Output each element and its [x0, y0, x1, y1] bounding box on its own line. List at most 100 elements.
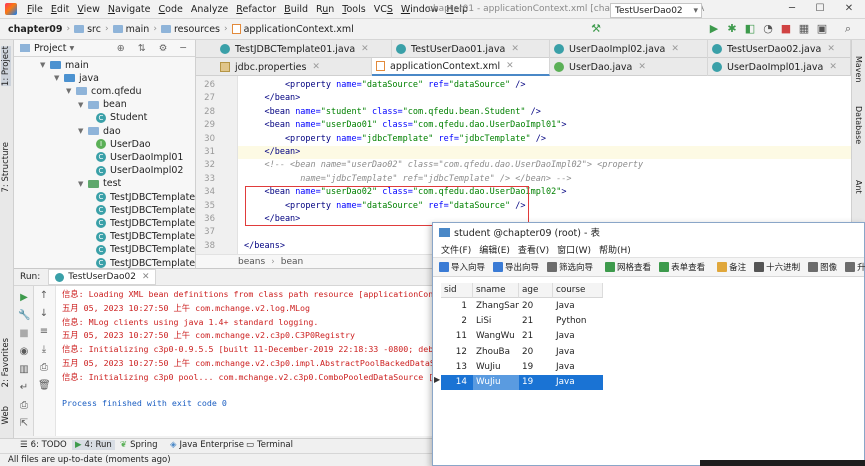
- menu-run[interactable]: Run: [312, 4, 338, 15]
- column-header-sname[interactable]: sname: [473, 283, 519, 298]
- editor-tab-testuserdao01-java[interactable]: TestUserDao01.java ✕: [392, 40, 550, 58]
- table-row[interactable]: 1 ZhangSan 20 Java: [433, 299, 865, 314]
- editor-tab-testjdbctemplate01-java[interactable]: TestJDBCTemplate01.java ✕: [216, 40, 392, 58]
- menu-analyze[interactable]: Analyze: [187, 4, 232, 15]
- web-tool-tab[interactable]: Web: [1, 406, 11, 425]
- db-menu-item[interactable]: 窗口(W): [553, 243, 595, 256]
- form-view-button[interactable]: 表单查看: [655, 261, 709, 273]
- soft-wrap-icon[interactable]: ↵: [18, 382, 30, 394]
- layout-icon[interactable]: ▥: [18, 364, 30, 376]
- stop-icon[interactable]: ■: [780, 23, 792, 35]
- expand-arrow-icon[interactable]: ▼: [78, 127, 88, 135]
- close-tab-icon[interactable]: ✕: [638, 62, 646, 72]
- import-wizard-button[interactable]: 导入向导: [435, 261, 489, 273]
- favorites-tool-tab[interactable]: 2: Favorites: [1, 338, 11, 387]
- sdk-icon[interactable]: ▣: [816, 23, 828, 35]
- pin-icon[interactable]: ⇱: [18, 418, 30, 430]
- table-cell-sid[interactable]: 12: [441, 345, 473, 360]
- export-wizard-button[interactable]: 导出向导: [489, 261, 543, 273]
- table-cell-sname[interactable]: WuJiu: [473, 360, 519, 375]
- menu-vcs[interactable]: VCS: [370, 4, 397, 15]
- tree-item-dao[interactable]: ▼ dao: [78, 124, 121, 138]
- todo-tab[interactable]: ☰ 6: TODO: [20, 440, 67, 450]
- table-cell-course[interactable]: Java: [553, 299, 603, 314]
- db-menu-item[interactable]: 文件(F): [437, 243, 475, 256]
- menu-navigate[interactable]: Navigate: [104, 4, 155, 15]
- editor-tab-userdao-java[interactable]: UserDao.java ✕: [550, 58, 708, 76]
- editor-tab-jdbc-properties[interactable]: jdbc.properties ✕: [216, 58, 372, 76]
- menu-view[interactable]: View: [73, 4, 104, 15]
- table-row[interactable]: 2 LiSi 21 Python: [433, 314, 865, 329]
- rerun-icon[interactable]: ▶: [18, 292, 30, 304]
- table-cell-age[interactable]: 20: [519, 345, 553, 360]
- crumb-file[interactable]: applicationContext.xml: [230, 24, 356, 35]
- java-enterprise-tab[interactable]: ◈ Java Enterprise: [170, 440, 244, 450]
- project-structure-icon[interactable]: ▦: [798, 23, 810, 35]
- ant-tool-tab[interactable]: Ant: [854, 180, 863, 194]
- editor-tab-testuserdao02-java[interactable]: TestUserDao02.java ✕: [708, 40, 851, 58]
- table-cell-course[interactable]: Java: [553, 375, 603, 390]
- close-tab-icon[interactable]: ✕: [827, 44, 835, 54]
- editor-tab-userdaoimpl02-java[interactable]: UserDaoImpl02.java ✕: [550, 40, 708, 58]
- run-console[interactable]: 信息: Loading XML bean definitions from cl…: [34, 286, 432, 436]
- table-cell-age[interactable]: 19: [519, 360, 553, 375]
- table-row[interactable]: ▶ 14 WuJiu 19 Java: [433, 375, 865, 390]
- crumb-main[interactable]: main: [111, 24, 152, 35]
- table-cell-course[interactable]: Java: [553, 360, 603, 375]
- table-cell-sname[interactable]: LiSi: [473, 314, 519, 329]
- run-configuration-select[interactable]: TestUserDao02 ▾: [610, 3, 702, 18]
- table-cell-age[interactable]: 20: [519, 299, 553, 314]
- crumb-project[interactable]: chapter09: [6, 24, 65, 35]
- db-menu-item[interactable]: 编辑(E): [475, 243, 514, 256]
- close-tab-icon[interactable]: ✕: [361, 44, 369, 54]
- build-hammer-icon[interactable]: ⚒: [590, 23, 602, 35]
- panel-actions-icon[interactable]: ⊕ ⇅ ⚙ ─: [117, 43, 195, 54]
- project-tool-tab[interactable]: 1: Project: [1, 46, 11, 87]
- db-menu-item[interactable]: 帮助(H): [595, 243, 635, 256]
- column-header-sid[interactable]: sid: [441, 283, 473, 298]
- tree-item-student[interactable]: C Student: [92, 111, 147, 125]
- hex-button[interactable]: 十六进制: [750, 261, 804, 273]
- close-tab-icon[interactable]: ✕: [829, 62, 837, 72]
- tree-item-main[interactable]: ▼ main: [40, 58, 89, 72]
- column-header-course[interactable]: course: [553, 283, 603, 298]
- spring-tab[interactable]: ❦ Spring: [120, 440, 158, 450]
- database-tool-tab[interactable]: Database: [854, 106, 863, 144]
- table-cell-sid[interactable]: 2: [441, 314, 473, 329]
- grid-view-button[interactable]: 网格查看: [601, 261, 655, 273]
- tree-item-testjdbctemplate02[interactable]: C TestJDBCTemplate02: [92, 203, 195, 217]
- tree-item-testjdbctemplate04[interactable]: C TestJDBCTemplate04: [92, 230, 195, 244]
- table-cell-sid[interactable]: 13: [441, 360, 473, 375]
- table-cell-course[interactable]: Java: [553, 329, 603, 344]
- column-header-age[interactable]: age: [519, 283, 553, 298]
- profile-icon[interactable]: ◔: [762, 23, 774, 35]
- stop-icon[interactable]: ■: [18, 328, 30, 340]
- table-cell-sname[interactable]: ZhangSan: [473, 299, 519, 314]
- expand-arrow-icon[interactable]: ▼: [40, 61, 50, 69]
- table-cell-sid[interactable]: 14: [441, 375, 473, 390]
- menu-build[interactable]: Build: [280, 4, 312, 15]
- close-tab-icon[interactable]: ✕: [312, 62, 320, 72]
- table-cell-age[interactable]: 21: [519, 329, 553, 344]
- run-tab[interactable]: TestUserDao02 ✕: [48, 269, 157, 285]
- maximize-icon[interactable]: ☐: [814, 3, 826, 15]
- wrench-icon[interactable]: 🔧: [18, 310, 30, 322]
- soft-wrap-icon[interactable]: ≡: [38, 326, 50, 338]
- trash-icon[interactable]: 🗑: [38, 380, 51, 392]
- upgrade-button[interactable]: 升: [841, 261, 865, 273]
- run-icon[interactable]: ▶: [708, 23, 720, 35]
- menu-refactor[interactable]: Refactor: [232, 4, 280, 15]
- print-icon[interactable]: ⎙: [38, 362, 50, 374]
- run-tool-tab[interactable]: ▶ 4: Run: [72, 440, 115, 450]
- print-icon[interactable]: ⎙: [18, 400, 30, 412]
- close-icon[interactable]: ✕: [142, 272, 150, 282]
- expand-arrow-icon[interactable]: ▼: [78, 180, 88, 188]
- table-cell-course[interactable]: Java: [553, 345, 603, 360]
- coverage-icon[interactable]: ◧: [744, 23, 756, 35]
- minimize-icon[interactable]: ─: [786, 3, 798, 15]
- editor-tab-applicationcontext-xml[interactable]: applicationContext.xml ✕: [372, 58, 550, 76]
- tree-item-test[interactable]: ▼ test: [78, 177, 121, 191]
- expand-arrow-icon[interactable]: ▼: [66, 87, 76, 95]
- db-menu-item[interactable]: 查看(V): [514, 243, 553, 256]
- table-cell-sname[interactable]: WangWu: [473, 329, 519, 344]
